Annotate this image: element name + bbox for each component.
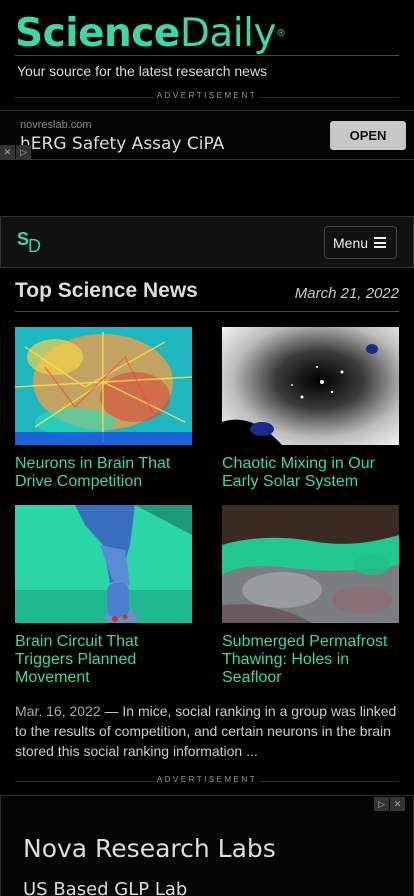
tagline: Your source for the latest research news [17, 63, 268, 79]
summary-dash: — [100, 703, 123, 719]
advertisement-label: ADVERTISEMENT [15, 775, 399, 787]
close-icon[interactable]: ✕ [390, 797, 405, 811]
story-card[interactable]: Neurons in Brain That Drive Competition [15, 327, 192, 491]
ad-controls: ▷ ✕ [374, 797, 406, 811]
story-headline[interactable]: Chaotic Mixing in Our Early Solar System [222, 455, 399, 491]
section-date: March 21, 2022 [294, 285, 399, 302]
hamburger-icon [374, 237, 386, 248]
section-title: Top Science News [15, 279, 198, 302]
runner-image[interactable] [15, 505, 192, 623]
navbar: SD Menu [0, 216, 414, 268]
ad-subtitle: US Based GLP Lab [23, 879, 188, 896]
adchoices-icon[interactable]: ▷ [16, 145, 31, 159]
ad-domain: novreslab.com [20, 119, 92, 131]
top-ad-banner[interactable]: novreslab.com hERG Safety Assay CiPA OPE… [0, 110, 414, 160]
story-card[interactable]: Brain Circuit That Triggers Planned Move… [15, 505, 192, 687]
story-headline[interactable]: Submerged Permafrost Thawing: Holes in S… [222, 633, 399, 687]
bottom-ad-banner[interactable]: ▷ ✕ Nova Research Labs US Based GLP Lab [0, 795, 414, 896]
logo-science: Science [15, 11, 180, 56]
story-card[interactable]: Submerged Permafrost Thawing: Holes in S… [222, 505, 399, 687]
nav-logo[interactable]: SD [17, 229, 42, 256]
ad-open-button[interactable]: OPEN [330, 121, 406, 150]
solar-system-image[interactable] [222, 327, 399, 445]
logo-registered-mark: ® [276, 28, 286, 39]
nav-logo-d: D [28, 236, 42, 256]
site-header: ScienceDaily® Your source for the latest… [0, 0, 414, 90]
adchoices-icon[interactable]: ▷ [374, 797, 389, 811]
close-icon[interactable]: ✕ [0, 145, 15, 159]
summary-date: Mar. 16, 2022 [15, 703, 101, 719]
story-headline[interactable]: Brain Circuit That Triggers Planned Move… [15, 633, 192, 687]
logo-daily: Daily [179, 11, 277, 56]
story-summary: Mar. 16, 2022 — In mice, social ranking … [15, 701, 401, 761]
menu-label: Menu [333, 234, 369, 251]
story-headline[interactable]: Neurons in Brain That Drive Competition [15, 455, 192, 491]
section-divider [15, 311, 399, 312]
neurons-image[interactable] [15, 327, 192, 445]
sciencedaily-logo[interactable]: ScienceDaily® [15, 10, 286, 58]
header-divider [15, 55, 399, 56]
ad-title[interactable]: Nova Research Labs [23, 834, 276, 863]
advertisement-label: ADVERTISEMENT [15, 91, 399, 103]
story-card[interactable]: Chaotic Mixing in Our Early Solar System [222, 327, 399, 491]
seafloor-image[interactable] [222, 505, 399, 623]
ad-title[interactable]: hERG Safety Assay CiPA [20, 134, 224, 154]
menu-button[interactable]: Menu [324, 226, 397, 259]
ad-controls: ✕ ▷ [0, 145, 32, 159]
